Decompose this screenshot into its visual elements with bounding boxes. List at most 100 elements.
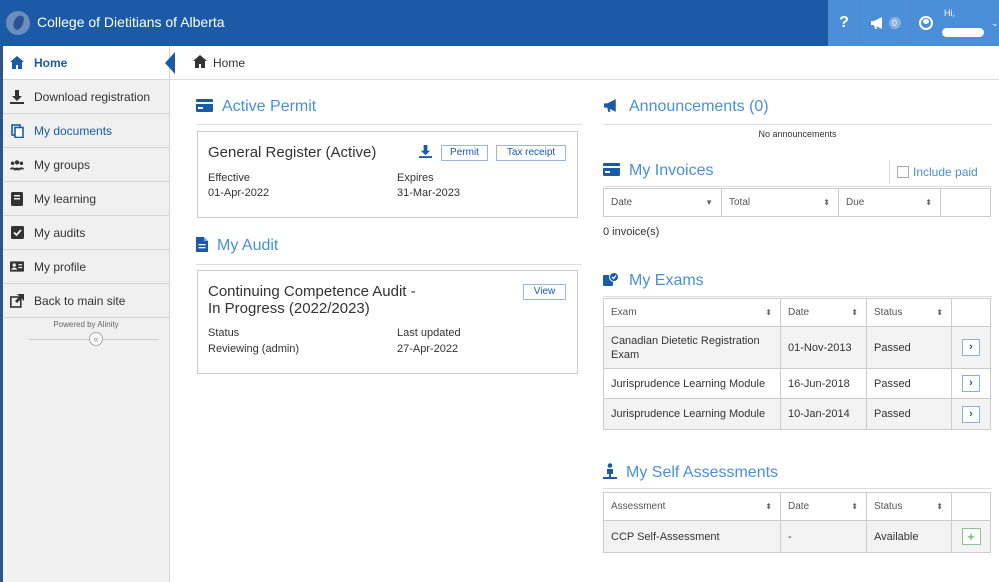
user-name-redacted xyxy=(942,28,984,37)
sort-icon: ⬍ xyxy=(765,308,772,317)
open-exam-button[interactable]: › xyxy=(962,405,980,423)
sidebar-collapse: « xyxy=(3,329,169,353)
expires-date: 31-Mar-2023 xyxy=(397,187,460,199)
exam-icon xyxy=(603,272,620,290)
self-assessments-table: Assessment ⬍ Date ⬍ Status ⬍ CCP Self-Asses… xyxy=(603,492,991,553)
assessments-assessment-header[interactable]: Assessment ⬍ xyxy=(603,492,781,521)
sidebar-item-download-registration[interactable]: Download registration xyxy=(3,80,169,114)
sidebar-item-my-profile[interactable]: My profile xyxy=(3,250,169,284)
sidebar-item-my-audits[interactable]: My audits xyxy=(3,216,169,250)
divider xyxy=(196,264,582,265)
my-audit-heading: My Audit xyxy=(196,237,278,255)
sort-icon: ⬍ xyxy=(925,198,932,207)
no-announcements-text: No announcements xyxy=(758,129,837,139)
assessments-actions-header xyxy=(951,492,991,521)
tax-receipt-button[interactable]: Tax receipt xyxy=(496,145,566,161)
checkbox-icon xyxy=(10,226,24,240)
groups-icon xyxy=(10,158,24,172)
sort-desc-icon: ▼ xyxy=(705,198,713,207)
assessments-status-header[interactable]: Status ⬍ xyxy=(866,492,952,521)
invoice-count: 0 invoice(s) xyxy=(603,226,660,238)
include-paid-checkbox[interactable] xyxy=(897,166,909,178)
breadcrumb: Home xyxy=(165,46,999,80)
table-row[interactable]: CCP Self-Assessment - Available + xyxy=(603,520,991,553)
exam-name: Jurisprudence Learning Module xyxy=(603,398,781,430)
exam-status: Passed xyxy=(866,368,952,399)
file-icon xyxy=(196,237,208,255)
assessments-date-header[interactable]: Date ⬍ xyxy=(780,492,867,521)
exam-name: Canadian Dietetic Registration Exam xyxy=(603,326,781,369)
table-row[interactable]: Jurisprudence Learning Module 16-Jun-201… xyxy=(603,368,991,399)
assessment-status: Available xyxy=(866,520,952,553)
exam-date: 10-Jan-2014 xyxy=(780,398,867,430)
sidebar-item-label: My groups xyxy=(34,157,91,172)
download-permit-icon[interactable] xyxy=(419,145,432,161)
exam-date: 16-Jun-2018 xyxy=(780,368,867,399)
megaphone-icon xyxy=(603,98,620,116)
help-button[interactable]: ? xyxy=(828,0,859,46)
megaphone-icon xyxy=(870,17,882,29)
include-paid-toggle[interactable]: Include paid xyxy=(897,165,978,179)
collapse-sidebar-button[interactable]: « xyxy=(89,332,103,346)
table-row[interactable]: Canadian Dietetic Registration Exam 01-No… xyxy=(603,326,991,369)
sidebar-item-label: Home xyxy=(34,55,68,70)
sidebar-item-label: My audits xyxy=(34,225,86,240)
announcements-count-badge: 0 xyxy=(888,17,901,29)
sort-icon: ⬍ xyxy=(765,502,772,511)
audit-status-label: Status xyxy=(208,327,240,339)
sidebar-item-label: My profile xyxy=(34,259,87,274)
my-exams-heading: My Exams xyxy=(603,272,704,290)
sidebar-item-my-groups[interactable]: My groups xyxy=(3,148,169,182)
my-invoices-heading: My Invoices xyxy=(603,162,713,180)
open-exam-button[interactable]: › xyxy=(962,375,980,392)
user-menu-button[interactable]: Hi, ⌄ xyxy=(910,0,999,46)
include-paid-label: Include paid xyxy=(913,165,978,179)
book-icon xyxy=(10,191,24,206)
id-card-icon xyxy=(10,260,24,274)
my-self-assessments-title: My Self Assessments xyxy=(626,463,779,481)
invoices-total-header[interactable]: Total ⬍ xyxy=(721,188,839,217)
audit-name-line-1: Continuing Competence Audit - xyxy=(208,283,416,300)
exams-date-header[interactable]: Date ⬍ xyxy=(780,298,867,327)
view-audit-button[interactable]: View xyxy=(523,284,566,300)
effective-label: Effective xyxy=(208,172,250,184)
home-icon xyxy=(10,56,24,70)
sidebar-item-my-documents[interactable]: My documents xyxy=(3,114,169,148)
announcements-button[interactable]: 0 xyxy=(859,0,910,46)
app-title[interactable]: College of Dietitians of Alberta xyxy=(37,14,225,30)
exam-name: Jurisprudence Learning Module xyxy=(603,368,781,399)
exams-exam-header[interactable]: Exam ⬍ xyxy=(603,298,781,327)
breadcrumb-home[interactable]: Home xyxy=(213,56,245,70)
effective-date: 01-Apr-2022 xyxy=(208,187,270,199)
user-avatar-icon xyxy=(919,16,933,30)
sidebar: Home Download registration My documents … xyxy=(0,46,170,582)
expires-label: Expires xyxy=(397,172,434,184)
audit-updated-label: Last updated xyxy=(397,327,461,339)
sort-icon: ⬍ xyxy=(851,308,858,317)
invoices-due-header[interactable]: Due ⬍ xyxy=(838,188,941,217)
table-row[interactable]: Jurisprudence Learning Module 10-Jan-201… xyxy=(603,398,991,430)
invoices-date-header[interactable]: Date ▼ xyxy=(603,188,722,217)
sidebar-item-home[interactable]: Home xyxy=(3,46,169,80)
invoices-actions-header xyxy=(940,188,991,217)
sort-icon: ⬍ xyxy=(823,198,830,207)
sidebar-item-label: Back to main site xyxy=(34,293,126,308)
sidebar-item-back-to-main-site[interactable]: Back to main site xyxy=(3,284,169,318)
home-icon xyxy=(193,54,207,71)
permit-button[interactable]: Permit xyxy=(441,145,488,161)
documents-icon xyxy=(10,123,24,138)
open-exam-button[interactable]: › xyxy=(962,339,980,356)
invoices-table: Date ▼ Total ⬍ Due ⬍ xyxy=(603,188,991,217)
divider xyxy=(603,488,992,489)
active-permit-title: Active Permit xyxy=(222,98,317,115)
audit-card: Continuing Competence Audit - In Progres… xyxy=(197,270,578,374)
sidebar-item-label: Download registration xyxy=(34,89,151,104)
exam-status: Passed xyxy=(866,398,952,430)
audit-status: Reviewing (admin) xyxy=(208,343,300,355)
start-assessment-button[interactable]: + xyxy=(961,528,981,545)
announcements-heading: Announcements (0) xyxy=(603,98,769,116)
credit-card-icon xyxy=(603,163,620,179)
my-self-assessments-heading: My Self Assessments xyxy=(603,463,778,482)
sidebar-item-my-learning[interactable]: My learning xyxy=(3,182,169,216)
exams-status-header[interactable]: Status ⬍ xyxy=(866,298,952,327)
